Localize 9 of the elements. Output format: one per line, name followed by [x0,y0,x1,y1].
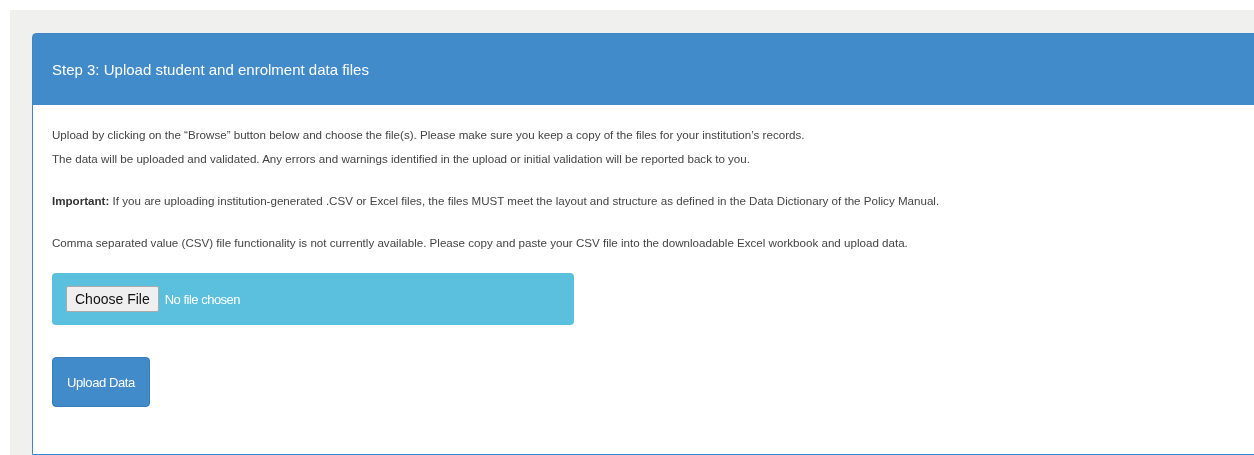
panel-title: Step 3: Upload student and enrolment data files [52,61,369,78]
paragraph-text: Important: If you are uploading institution-generated .CSV or Excel files, the files MUST meet the layout and structure as defined in the Data Dictionary of the Policy Manual. [52,193,940,209]
choose-file-button[interactable]: Choose File [66,286,159,312]
file-status: No file chosen [164,291,241,307]
paragraph-text: Comma separated value (CSV) file functionality is not currently available. Please copy and paste your CSV file into the downloadable Excel workbook and upload data. [52,235,908,251]
upload-data-button[interactable]: Upload Data [52,357,150,407]
file-input[interactable]: Choose File No file chosen [52,273,574,325]
paragraph-text: The data will be uploaded and validated. Any errors and warnings identified in the upload or initial validation will be reported back to you. [52,151,750,167]
paragraph-text: Upload by clicking on the “Browse” button below and choose the file(s). Please make sure you keep a copy of the files for your institution’s records. [52,127,805,143]
